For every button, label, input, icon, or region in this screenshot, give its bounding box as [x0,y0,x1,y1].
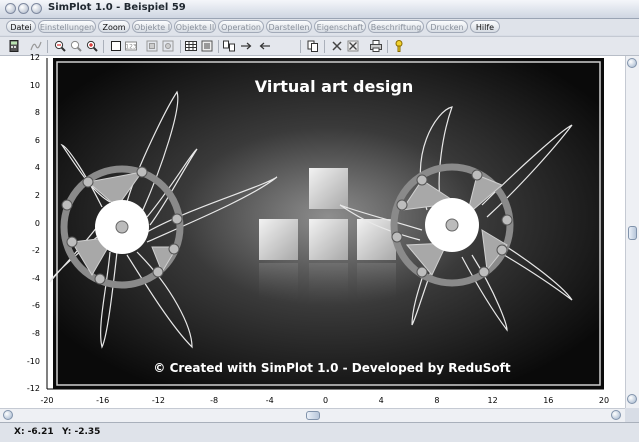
y-tick-label: 10 [29,80,40,90]
select-value-icon[interactable]: 123 [125,40,137,52]
x-tick-label: 0 [322,396,329,405]
calculator-icon[interactable] [8,40,20,52]
menu-hilfe[interactable]: Hilfe [470,20,500,33]
toolbar-separator [387,40,388,53]
x-tick-label: 8 [434,396,440,405]
toolbar-separator [103,40,104,53]
copy-icon[interactable] [307,40,319,52]
move-left-icon[interactable] [259,40,271,52]
function-icon[interactable] [30,40,42,52]
delete-all-icon[interactable] [347,40,359,52]
x-tick-label: -8 [210,396,219,405]
grid-icon[interactable] [185,40,197,52]
select-rect-icon[interactable] [110,40,122,52]
y-tick-label: 2 [34,191,40,200]
menu-objekte-2[interactable]: Objekte II [174,20,216,33]
x-tick-label: 4 [378,396,384,405]
y-tick-label: 12 [29,53,40,62]
close-window-button[interactable] [5,3,16,14]
x-tick-label: 20 [598,396,610,405]
status-y-coordinate: Y: -2.35 [62,427,101,437]
scroll-right-button[interactable] [611,410,621,420]
help-icon[interactable] [393,40,405,52]
zoom-in-icon[interactable] [54,40,66,52]
y-tick-label: 0 [34,218,40,228]
menu-objekte-1[interactable]: Objekte I [132,20,172,33]
menu-eigenschaft[interactable]: Eigenschaft [314,20,366,33]
menu-operation[interactable]: Operation [218,20,264,33]
move-right-icon[interactable] [240,40,252,52]
x-tick-label: -12 [151,396,165,405]
x-tick-label: -20 [40,396,54,405]
scroll-down-button[interactable] [627,394,637,404]
y-tick-label: -2 [32,246,40,256]
y-tick-label: -10 [26,356,40,366]
menu-darstellen[interactable]: Darstellen [266,20,312,33]
x-tick-label: 16 [543,396,554,405]
y-tick-label: 6 [34,135,40,145]
y-tick-label: 8 [34,108,40,118]
zoom-out-icon[interactable] [70,40,82,52]
svg-text:123: 123 [125,44,137,51]
y-tick-label: 4 [34,163,40,173]
y-tick-label: -8 [32,329,40,338]
object-icon[interactable] [146,40,158,52]
vertical-scrollbar[interactable] [625,56,639,408]
menu-datei[interactable]: Datei [6,20,36,33]
scroll-left-button[interactable] [3,410,13,420]
capture-icon[interactable] [201,40,213,52]
y-tick-label: -6 [32,301,40,311]
menu-drucken[interactable]: Drucken [426,20,468,33]
maximize-window-button[interactable] [31,3,42,14]
y-tick-label: -4 [32,273,40,283]
scroll-up-button[interactable] [627,58,637,68]
horizontal-scroll-thumb[interactable] [306,411,320,420]
y-tick-label: -12 [26,384,40,394]
menu-bar: Datei Einstellungen Zoom Objekte I Objek… [0,19,639,35]
toolbar-separator [324,40,325,53]
toolbar: 123 [0,36,639,56]
vertical-scroll-thumb[interactable] [628,226,637,240]
delete-icon[interactable] [331,40,343,52]
mirror-icon[interactable] [223,40,235,52]
x-tick-label: 12 [487,396,498,405]
horizontal-scrollbar[interactable] [0,408,625,423]
status-x-coordinate: X: -6.21 [14,427,54,437]
zoom-fit-icon[interactable] [86,40,98,52]
plot-area[interactable] [0,56,639,408]
window-title: SimPlot 1.0 - Beispiel 59 [48,2,186,13]
toolbar-separator [47,40,48,53]
menu-einstellungen[interactable]: Einstellungen [38,20,96,33]
x-tick-label: -4 [265,396,274,405]
menu-beschriftung[interactable]: Beschriftung [368,20,424,33]
x-tick-label: -16 [96,396,110,405]
toolbar-separator [180,40,181,53]
print-icon[interactable] [370,40,382,52]
menu-zoom[interactable]: Zoom [98,20,130,33]
minimize-window-button[interactable] [18,3,29,14]
toolbar-separator [300,40,301,53]
toolbar-separator [218,40,219,53]
status-bar: X: -6.21 Y: -2.35 [0,422,639,442]
object-copy-icon[interactable] [162,40,174,52]
title-bar: SimPlot 1.0 - Beispiel 59 [0,0,639,19]
